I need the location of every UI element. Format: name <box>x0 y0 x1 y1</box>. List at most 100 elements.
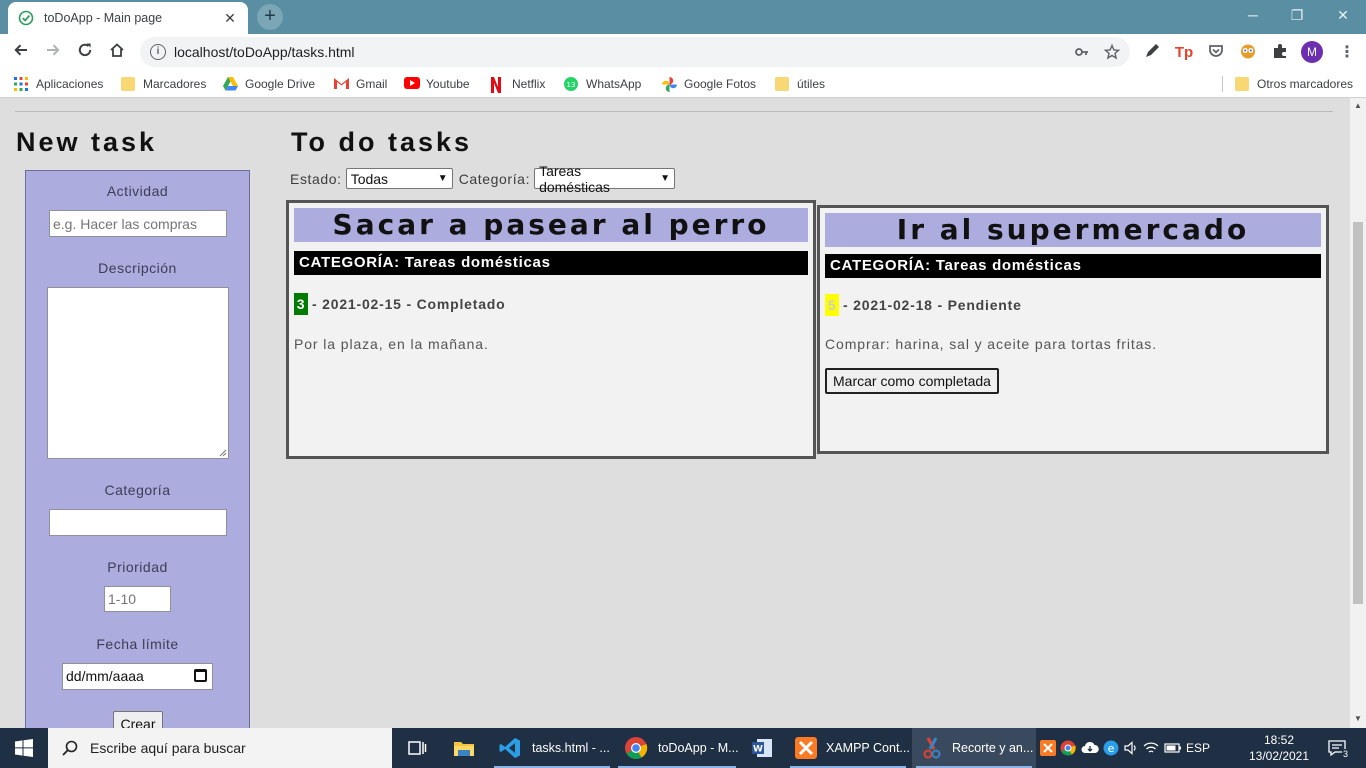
taskbar-clock[interactable]: 18:52 13/02/2021 <box>1248 732 1310 764</box>
bookmark-label: Aplicaciones <box>36 77 104 91</box>
volume-icon[interactable] <box>1123 740 1139 756</box>
search-icon <box>62 740 78 756</box>
bookmark-star-icon[interactable] <box>1103 43 1121 60</box>
file-explorer-icon[interactable] <box>452 736 476 760</box>
language-indicator[interactable]: ESP <box>1186 741 1210 755</box>
puzzle-extensions-icon[interactable] <box>1269 42 1291 64</box>
bookmark-label: Netflix <box>512 77 546 91</box>
profile-avatar[interactable]: M <box>1301 41 1323 63</box>
word-icon[interactable]: W <box>750 736 774 760</box>
taskbar-app-vscode[interactable]: tasks.html - ... <box>490 728 614 768</box>
notification-center-icon: 3 <box>1327 739 1349 759</box>
gmail-icon <box>334 77 349 91</box>
bookmark-google-drive[interactable]: Google Drive <box>223 75 315 93</box>
minimize-button[interactable]: ─ <box>1230 0 1276 30</box>
svg-text:13: 13 <box>567 81 576 89</box>
bookmark-otros-marcadores[interactable]: Otros marcadores <box>1235 75 1353 93</box>
task-category: CATEGORÍA: Tareas domésticas <box>294 251 808 275</box>
notifications-button[interactable]: 3 <box>1322 728 1352 768</box>
actividad-input[interactable] <box>49 210 227 237</box>
bookmark-whatsapp[interactable]: 13 WhatsApp <box>564 75 641 93</box>
wifi-icon[interactable] <box>1143 741 1159 755</box>
bookmark-youtube[interactable]: Youtube <box>404 75 470 93</box>
task-card: Sacar a pasear al perro CATEGORÍA: Tarea… <box>286 200 816 459</box>
bookmark-google-fotos[interactable]: Google Fotos <box>662 75 756 93</box>
back-arrow-icon[interactable] <box>10 41 32 63</box>
pocket-extension-icon[interactable] <box>1205 42 1227 64</box>
bookmark-label: Gmail <box>356 77 388 91</box>
bookmark-marcadores[interactable]: Marcadores <box>121 75 206 93</box>
task-meta: 3 - 2021-02-15 - Completado <box>294 293 506 315</box>
tab-title: toDoApp - Main page <box>44 11 163 25</box>
key-icon[interactable] <box>1074 44 1090 60</box>
tp-extension-icon[interactable]: Tp <box>1173 42 1195 64</box>
youtube-icon <box>404 77 420 91</box>
crear-button[interactable]: Crear <box>113 711 163 728</box>
chevron-down-icon: ▼ <box>660 173 671 184</box>
bookmark-label: WhatsApp <box>586 77 642 91</box>
taskbar-app-chrome[interactable]: toDoApp - M... <box>614 728 740 768</box>
bookmark-label: útiles <box>797 77 826 91</box>
new-tab-button[interactable]: + <box>257 4 283 30</box>
scroll-thumb[interactable] <box>1353 222 1363 604</box>
bookmark-netflix[interactable]: Netflix <box>490 75 545 93</box>
owl-extension-icon[interactable] <box>1237 42 1259 64</box>
browser-tab[interactable]: toDoApp - Main page ✕ <box>8 2 248 34</box>
taskbar-app-xampp[interactable]: XAMPP Cont... <box>786 728 910 768</box>
task-view-icon[interactable] <box>405 736 429 760</box>
chrome-menu-icon[interactable]: ⋮ <box>1336 42 1358 64</box>
whatsapp-icon: 13 <box>564 77 578 91</box>
taskbar-app-label: XAMPP Cont... <box>826 741 910 755</box>
taskbar-app-snip-sketch[interactable]: Recorte y an... <box>912 728 1036 768</box>
descripcion-textarea[interactable] <box>47 287 229 459</box>
calendar-icon[interactable] <box>194 669 207 682</box>
fecha-limite-value: dd/mm/aaaa <box>66 668 144 684</box>
folder-icon <box>775 77 789 91</box>
close-window-button[interactable]: ✕ <box>1320 0 1366 30</box>
onedrive-cloud-icon[interactable] <box>1081 741 1099 755</box>
bookmark-utiles[interactable]: útiles <box>775 75 825 93</box>
pen-extension-icon[interactable] <box>1141 42 1163 64</box>
estado-select[interactable]: Todas ▼ <box>345 168 453 189</box>
tab-close-icon[interactable]: ✕ <box>222 10 238 26</box>
priority-badge: 5 <box>825 294 839 316</box>
bookmark-aplicaciones[interactable]: Aplicaciones <box>14 75 103 93</box>
scroll-up-arrow-icon[interactable]: ▲ <box>1353 101 1363 111</box>
bookmark-label: Youtube <box>426 77 470 91</box>
descripcion-label: Descripción <box>98 260 177 276</box>
page-scrollbar[interactable]: ▲ ▼ <box>1350 98 1366 728</box>
actividad-label: Actividad <box>106 183 169 199</box>
home-icon[interactable] <box>106 41 128 63</box>
google-photos-icon <box>662 77 677 92</box>
address-bar[interactable]: i localhost/toDoApp/tasks.html <box>140 37 1130 67</box>
fecha-limite-input[interactable]: dd/mm/aaaa <box>62 663 213 690</box>
reload-icon[interactable] <box>74 41 96 63</box>
scroll-down-arrow-icon[interactable]: ▼ <box>1353 714 1363 724</box>
xampp-tray-icon[interactable] <box>1040 740 1056 756</box>
chrome-icon <box>624 736 648 760</box>
categoria-input[interactable] <box>49 509 227 536</box>
chrome-tray-icon[interactable] <box>1060 740 1076 756</box>
clock-date: 13/02/2021 <box>1248 749 1310 763</box>
taskbar-app-label: tasks.html - ... <box>532 741 610 755</box>
svg-text:W: W <box>753 745 763 755</box>
forward-arrow-icon[interactable] <box>42 41 64 63</box>
taskbar-search-box[interactable]: Escribe aquí para buscar <box>48 728 392 768</box>
new-task-heading: New task <box>16 127 158 157</box>
edge-tray-icon[interactable]: e <box>1103 740 1119 756</box>
battery-icon[interactable] <box>1164 742 1182 754</box>
resize-grip-icon[interactable] <box>219 449 227 457</box>
categoria-select[interactable]: Tareas domésticas ▼ <box>534 163 676 195</box>
url-text: localhost/toDoApp/tasks.html <box>174 44 355 60</box>
bookmark-label: Google Drive <box>245 77 316 91</box>
windows-start-icon[interactable] <box>0 728 48 768</box>
site-info-icon[interactable]: i <box>150 44 166 60</box>
apps-grid-icon <box>14 77 28 91</box>
bookmark-label: Google Fotos <box>684 77 757 91</box>
maximize-button[interactable]: ❐ <box>1274 0 1320 30</box>
xampp-icon <box>794 736 818 760</box>
marcar-completada-button[interactable]: Marcar como completada <box>825 368 999 394</box>
bookmark-gmail[interactable]: Gmail <box>334 75 387 93</box>
prioridad-input[interactable] <box>104 586 171 612</box>
folder-icon <box>121 77 135 91</box>
